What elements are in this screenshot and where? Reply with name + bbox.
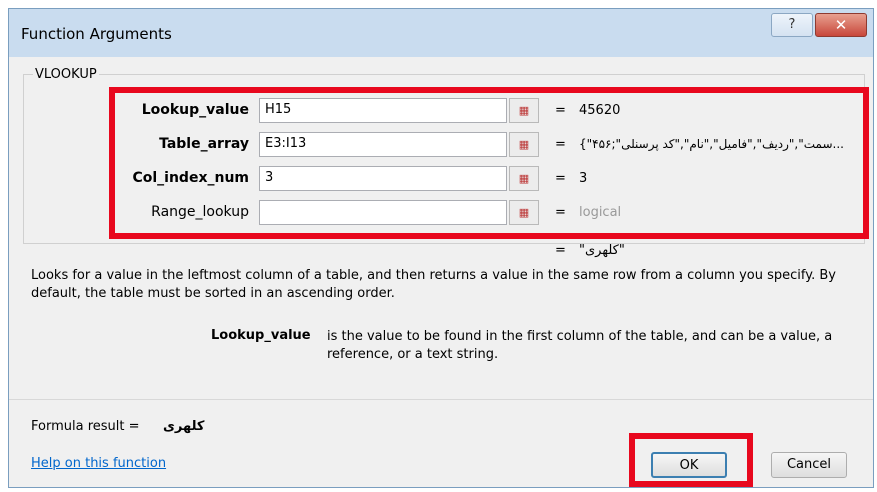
function-arguments-dialog: Function Arguments ? ✕ VLOOKUP Lookup_va… [8, 8, 874, 488]
highlight-box-arguments [109, 87, 869, 239]
cancel-button[interactable]: Cancel [771, 452, 847, 478]
function-name: VLOOKUP [33, 67, 99, 82]
title-bar[interactable]: Function Arguments ? ✕ [9, 9, 873, 57]
function-description: Looks for a value in the leftmost column… [31, 268, 836, 301]
overall-result: "کلهری" [579, 243, 625, 258]
help-icon[interactable]: ? [771, 13, 813, 37]
highlight-box-ok [629, 433, 753, 487]
arg-help-text: is the value to be found in the first co… [327, 329, 833, 362]
close-icon[interactable]: ✕ [815, 13, 867, 37]
equals-sign: = [555, 243, 566, 258]
formula-result-label: Formula result = [31, 419, 140, 434]
separator [9, 399, 873, 400]
arg-help-name: Lookup_value [211, 328, 311, 343]
dialog-title: Function Arguments [21, 25, 172, 43]
help-link[interactable]: Help on this function [31, 456, 166, 471]
formula-result-value: کلهری [163, 419, 205, 434]
